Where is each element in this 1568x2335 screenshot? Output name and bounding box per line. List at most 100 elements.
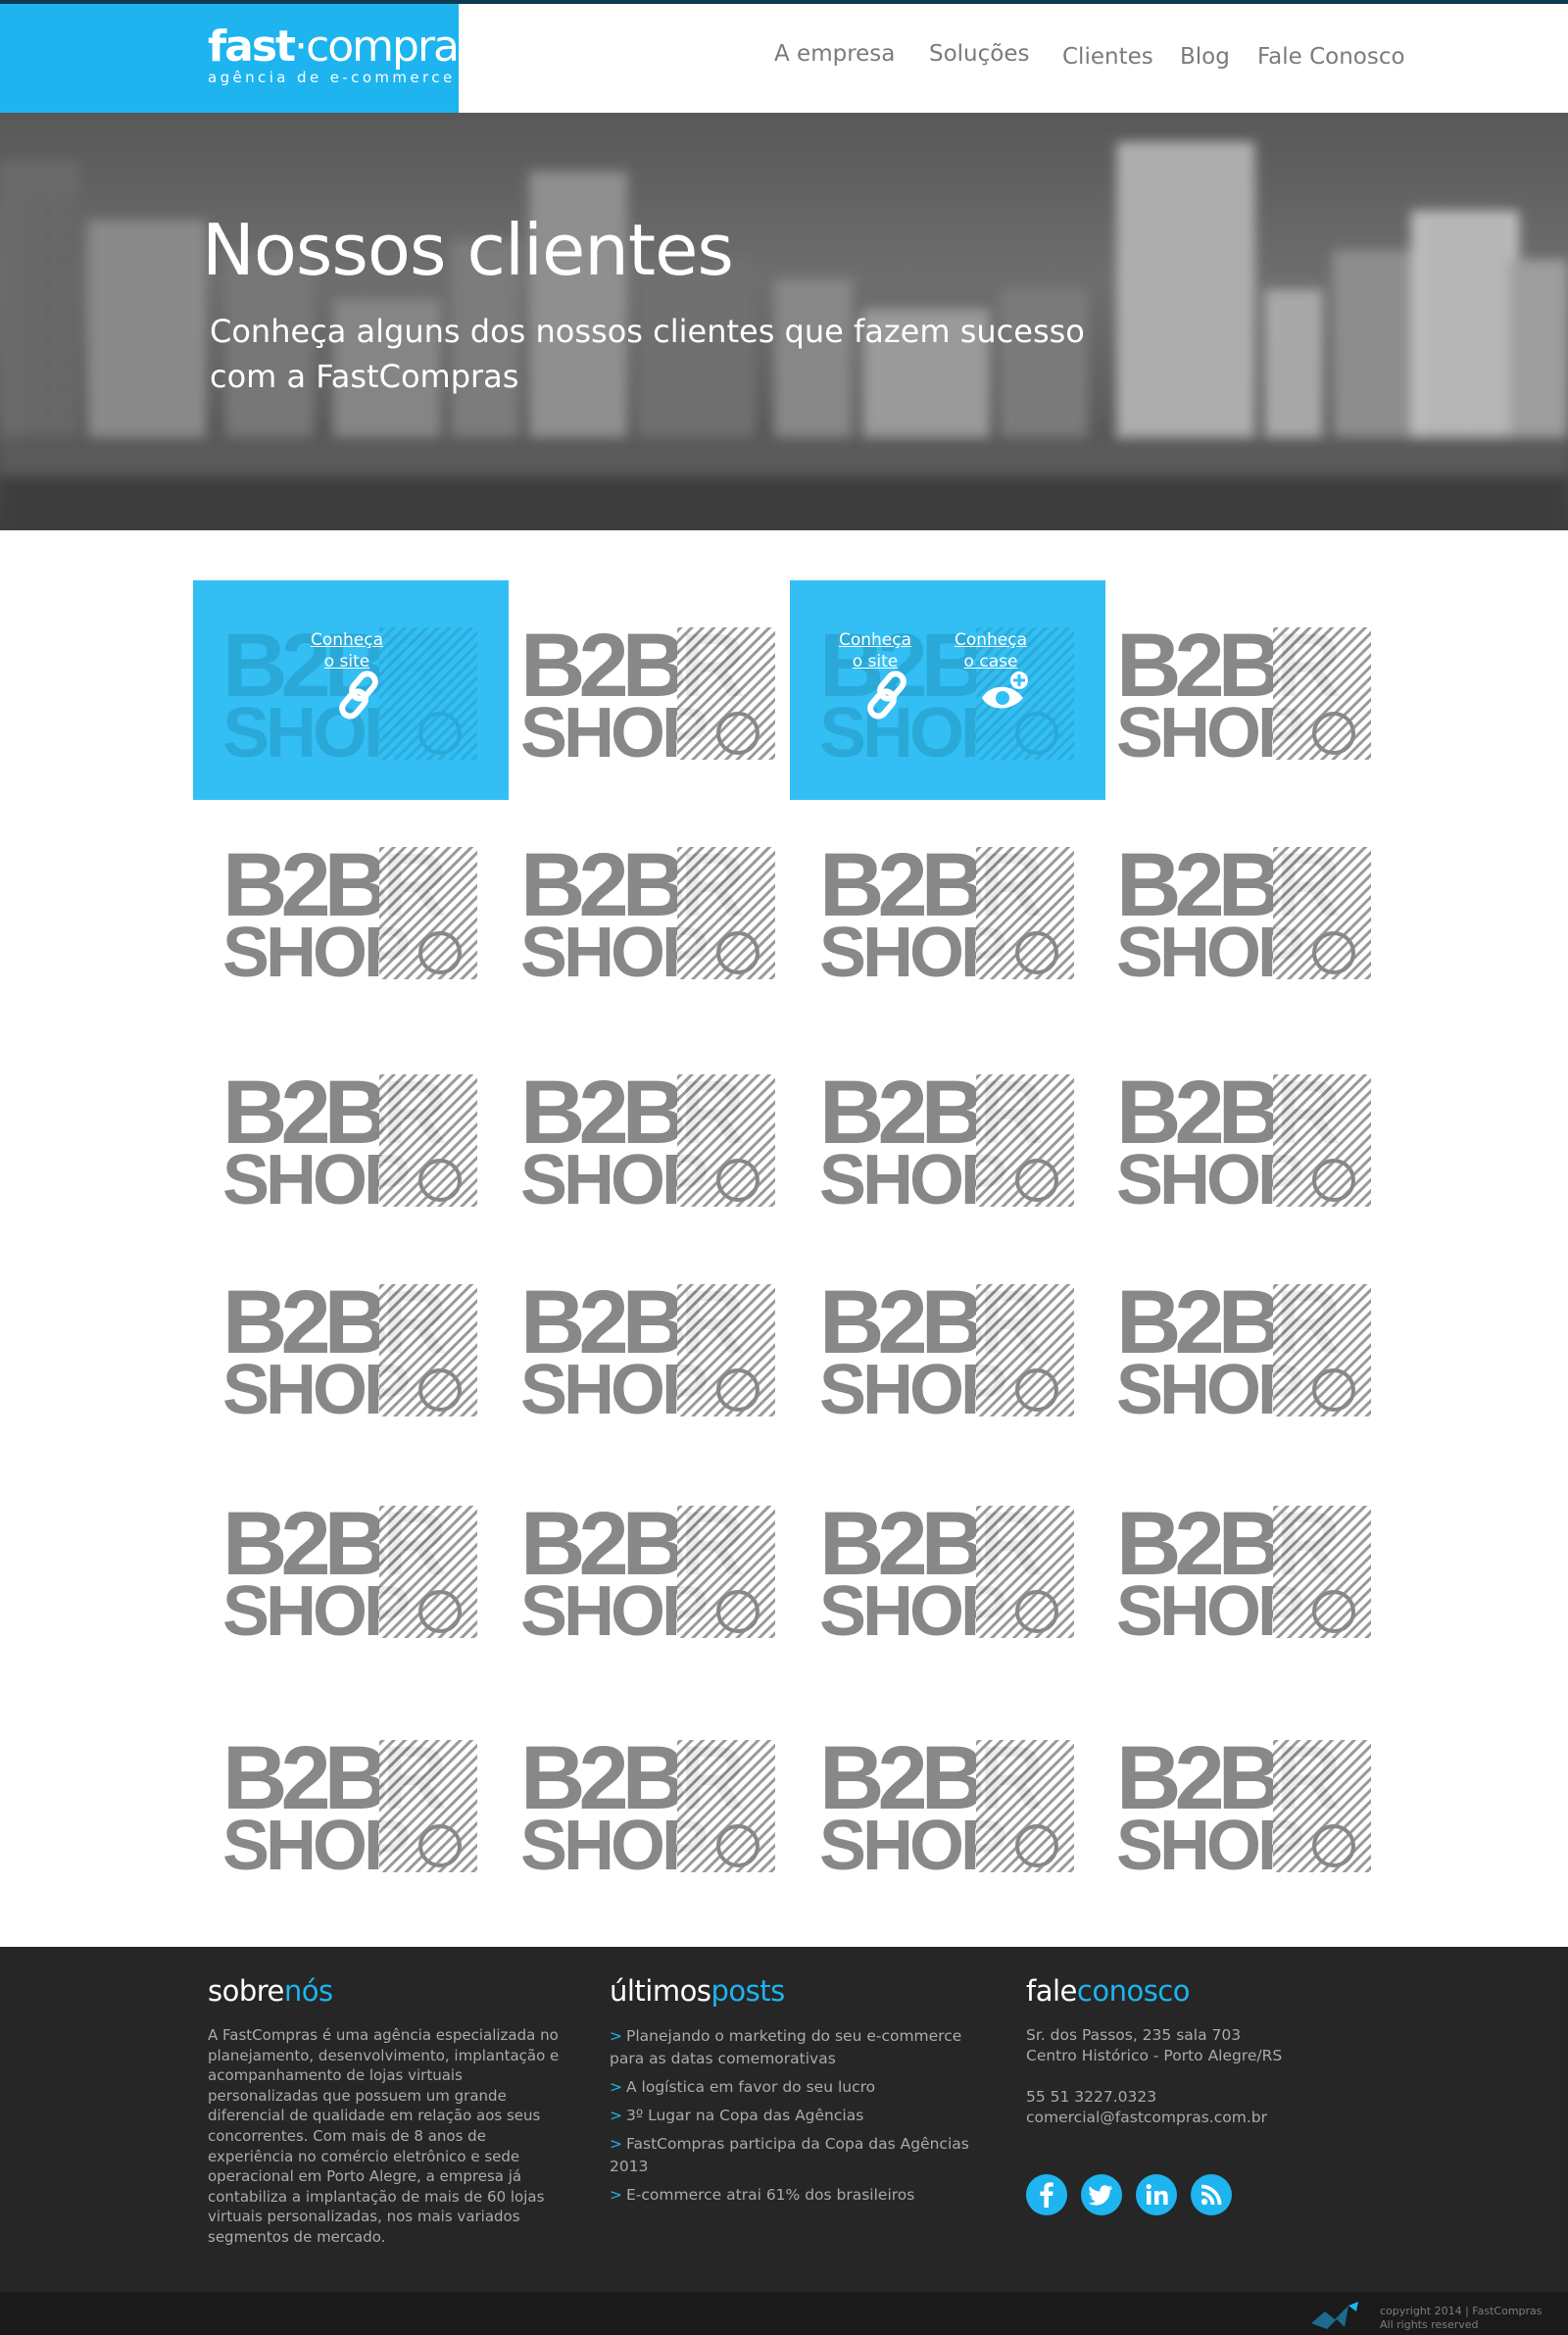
client-logo-card[interactable]: B2BR SHOP bbox=[1087, 1237, 1402, 1457]
page-subtitle: Conheça alguns dos nossos clientes que f… bbox=[210, 313, 1085, 395]
client-logo-card[interactable]: B2BR SHOP bbox=[491, 1027, 807, 1247]
b2br-shop-logo: B2BRSHOP bbox=[520, 839, 775, 992]
logo-hatch-pattern bbox=[677, 1074, 775, 1207]
b2br-shop-logo: B2BRSHOP bbox=[1116, 839, 1371, 992]
logo-hatch-pattern bbox=[1273, 627, 1371, 760]
b2br-shop-logo: B2BRSHOP bbox=[819, 1067, 1074, 1219]
client-logo-card[interactable]: B2BR SHOP bbox=[193, 1693, 509, 1913]
facebook-icon[interactable] bbox=[1026, 2174, 1067, 2215]
client-logo-card[interactable]: B2BR SHOP bbox=[491, 1693, 807, 1913]
b2br-shop-logo: B2BRSHOP bbox=[222, 839, 477, 992]
logo-hatch-pattern bbox=[677, 847, 775, 979]
nav-item-fale-conosco[interactable]: Fale Conosco bbox=[1257, 44, 1405, 70]
b2br-shop-logo: B2BRSHOP bbox=[520, 1498, 775, 1651]
post-link-title: 3º Lugar na Copa das Agências bbox=[626, 2107, 864, 2124]
client-logo-card[interactable]: B2BR SHOP bbox=[1087, 580, 1402, 800]
client-logo-card[interactable]: B2BR SHOP Conheça o site Conheça o case bbox=[790, 580, 1105, 800]
contact-info: Sr. dos Passos, 235 sala 703 Centro Hist… bbox=[1026, 2025, 1349, 2128]
footer-about: sobrenós A FastCompras é uma agência esp… bbox=[208, 1974, 561, 2248]
footer-about-heading: sobrenós bbox=[208, 1974, 561, 2008]
twitter-icon[interactable] bbox=[1081, 2174, 1122, 2215]
footer-contact-heading-b: conosco bbox=[1076, 1974, 1191, 2008]
client-logo-card[interactable]: B2BR SHOP Conheça o site bbox=[193, 580, 509, 800]
post-link[interactable]: >3º Lugar na Copa das Agências bbox=[610, 2105, 992, 2127]
client-logo-card[interactable]: B2BR SHOP bbox=[491, 1237, 807, 1457]
logo-hatch-pattern bbox=[976, 1284, 1074, 1416]
rss-icon[interactable] bbox=[1191, 2174, 1232, 2215]
main-nav: A empresa Soluções Clientes Blog Fale Co… bbox=[0, 41, 1568, 80]
logo-hatch-pattern bbox=[1273, 1740, 1371, 1872]
logo-hatch-pattern bbox=[1273, 1074, 1371, 1207]
post-link[interactable]: > A logística em favor do seu lucro bbox=[610, 2076, 992, 2099]
clients-grid: B2BR SHOP Conheça o site B2BR SHOP B2BR SHOP Con… bbox=[193, 580, 1381, 1913]
footer-about-heading-a: sobre bbox=[208, 1974, 284, 2008]
logo-hatch-pattern bbox=[379, 1506, 477, 1638]
logo-hatch-pattern bbox=[379, 1740, 477, 1872]
footer-posts-heading: últimosposts bbox=[610, 1974, 992, 2008]
b2br-shop-logo: B2BRSHOP bbox=[520, 1732, 775, 1885]
visit-site-link[interactable]: Conheça o site bbox=[303, 629, 391, 720]
client-logo-card[interactable]: B2BR SHOP bbox=[193, 1237, 509, 1457]
logo-hatch-pattern bbox=[379, 847, 477, 979]
footer-posts: últimosposts > Planejando o marketing do … bbox=[610, 1974, 992, 2212]
link-label-line1: Conheça bbox=[310, 630, 384, 650]
client-logo-card[interactable]: B2BR SHOP bbox=[491, 1459, 807, 1678]
logo-hatch-pattern bbox=[1273, 847, 1371, 979]
client-logo-card[interactable]: B2BR SHOP bbox=[1087, 800, 1402, 1019]
footer-brand-mark bbox=[1311, 2302, 1358, 2329]
b2br-shop-logo: B2BRSHOP bbox=[819, 1732, 1074, 1885]
nav-item-solucoes[interactable]: Soluções bbox=[929, 41, 1030, 67]
visit-site-link[interactable]: Conheça o site bbox=[831, 629, 919, 720]
address-line-1: Sr. dos Passos, 235 sala 703 bbox=[1026, 2026, 1242, 2044]
post-link-title: FastCompras participa da Copa das Agênci… bbox=[610, 2135, 969, 2175]
client-logo-card[interactable]: B2BR SHOP bbox=[193, 1459, 509, 1678]
client-logo-card[interactable]: B2BR SHOP bbox=[1087, 1693, 1402, 1913]
b2br-shop-logo: B2BRSHOP bbox=[819, 839, 1074, 992]
copyright-line-2: All rights reserved bbox=[1380, 2318, 1479, 2331]
page-title: Nossos clientes bbox=[202, 209, 734, 291]
logo-hatch-pattern bbox=[1273, 1284, 1371, 1416]
copyright: copyright 2014 | FastCompras All rights … bbox=[1380, 2305, 1543, 2332]
logo-hatch-pattern bbox=[976, 1506, 1074, 1638]
nav-item-clientes[interactable]: Clientes bbox=[1062, 44, 1153, 70]
client-logo-card[interactable]: B2BR SHOP bbox=[193, 1027, 509, 1247]
b2br-shop-logo: B2BRSHOP bbox=[819, 1276, 1074, 1429]
b2br-shop-logo: B2BRSHOP bbox=[1116, 620, 1371, 772]
client-logo-card[interactable]: B2BR SHOP bbox=[1087, 1459, 1402, 1678]
b2br-shop-logo: B2BRSHOP bbox=[222, 1276, 477, 1429]
client-logo-card[interactable]: B2BR SHOP bbox=[790, 1237, 1105, 1457]
logo-hatch-pattern bbox=[1273, 1506, 1371, 1638]
b2br-shop-logo: B2BRSHOP bbox=[819, 1498, 1074, 1651]
b2br-shop-logo: B2BRSHOP bbox=[222, 1732, 477, 1885]
email-link[interactable]: comercial@fastcompras.com.br bbox=[1026, 2108, 1349, 2128]
client-logo-card[interactable]: B2BR SHOP bbox=[790, 1027, 1105, 1247]
client-logo-card[interactable]: B2BR SHOP bbox=[790, 1459, 1105, 1678]
b2br-shop-logo: B2BRSHOP bbox=[222, 1067, 477, 1219]
client-logo-card[interactable]: B2BR SHOP bbox=[790, 1693, 1105, 1913]
logo-hatch-pattern bbox=[677, 1740, 775, 1872]
logo-hatch-pattern bbox=[976, 1074, 1074, 1207]
post-link-title: E-commerce atrai 61% dos brasileiros bbox=[626, 2186, 915, 2204]
view-case-link[interactable]: Conheça o case bbox=[947, 629, 1035, 709]
footer-contact-heading-a: fale bbox=[1026, 1974, 1077, 2008]
client-logo-card[interactable]: B2BR SHOP bbox=[1087, 1027, 1402, 1247]
footer-contact: faleconosco Sr. dos Passos, 235 sala 703… bbox=[1026, 1974, 1349, 2268]
linkedin-icon[interactable] bbox=[1136, 2174, 1177, 2215]
nav-item-blog[interactable]: Blog bbox=[1180, 44, 1230, 70]
client-logo-card[interactable]: B2BR SHOP bbox=[491, 800, 807, 1019]
chain-link-icon bbox=[867, 671, 906, 720]
b2br-shop-logo: B2BRSHOP bbox=[222, 1498, 477, 1651]
post-link[interactable]: > E-commerce atrai 61% dos brasileiros bbox=[610, 2184, 992, 2207]
post-link[interactable]: > Planejando o marketing do seu e-commerc… bbox=[610, 2025, 992, 2070]
address-line-2: Centro Histórico - Porto Alegre/RS bbox=[1026, 2047, 1283, 2064]
client-logo-card[interactable]: B2BR SHOP bbox=[193, 800, 509, 1019]
b2br-shop-logo: B2BRSHOP bbox=[1116, 1732, 1371, 1885]
client-logo-card[interactable]: B2BR SHOP bbox=[491, 580, 807, 800]
client-logo-card[interactable]: B2BR SHOP bbox=[790, 800, 1105, 1019]
nav-item-a-empresa[interactable]: A empresa bbox=[774, 41, 895, 67]
post-link[interactable]: > FastCompras participa da Copa das Agênc… bbox=[610, 2133, 992, 2178]
b2br-shop-logo: B2BRSHOP bbox=[1116, 1276, 1371, 1429]
footer-about-text: A FastCompras é uma agência especializad… bbox=[208, 2026, 560, 2246]
b2br-shop-logo: B2BRSHOP bbox=[1116, 1067, 1371, 1219]
copyright-line-1: copyright 2014 | FastCompras bbox=[1380, 2305, 1543, 2317]
